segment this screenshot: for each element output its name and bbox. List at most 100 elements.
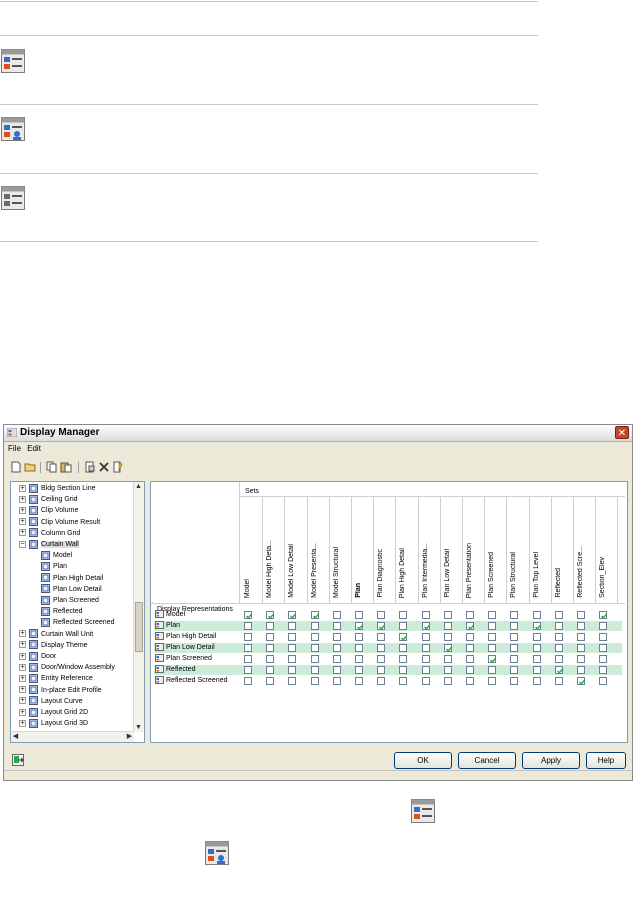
checkbox[interactable]: [510, 622, 519, 630]
checkbox[interactable]: [377, 677, 386, 685]
checkbox[interactable]: [377, 611, 386, 619]
checkbox[interactable]: [488, 633, 497, 641]
checkbox[interactable]: [421, 611, 430, 619]
checkbox[interactable]: [554, 611, 563, 619]
checkbox[interactable]: [244, 677, 252, 685]
column-header[interactable]: Reflected Scre...: [576, 500, 587, 600]
checkbox[interactable]: [310, 644, 319, 652]
tree-item[interactable]: + Clip Volume Result: [19, 517, 100, 529]
checkbox[interactable]: [399, 677, 408, 685]
checkbox[interactable]: [288, 655, 297, 663]
checkbox[interactable]: [399, 611, 408, 619]
ok-button[interactable]: OK: [394, 752, 452, 769]
checkbox[interactable]: [510, 655, 519, 663]
checkbox[interactable]: [332, 611, 341, 619]
tree-item[interactable]: + Layout Curve: [19, 696, 83, 708]
edit-icon[interactable]: [112, 461, 124, 473]
scroll-up-icon[interactable]: ▲: [134, 482, 143, 491]
checkbox[interactable]: [532, 633, 541, 641]
tree-horizontal-scrollbar[interactable]: ◀ ▶: [11, 731, 134, 742]
tree-item[interactable]: + Ceiling Grid: [19, 494, 78, 506]
checkbox[interactable]: [399, 655, 408, 663]
column-header[interactable]: Model: [243, 500, 254, 600]
checkbox[interactable]: [599, 633, 608, 641]
expand-icon[interactable]: +: [19, 641, 26, 649]
checkbox[interactable]: [310, 677, 319, 685]
checkbox[interactable]: [266, 644, 275, 652]
column-header[interactable]: Model Structural: [332, 500, 343, 600]
column-header[interactable]: Plan Intermedia...: [421, 500, 432, 600]
checkbox[interactable]: [488, 622, 497, 630]
expand-icon[interactable]: +: [19, 697, 26, 705]
checkbox[interactable]: [466, 633, 474, 641]
checkbox[interactable]: [288, 666, 297, 674]
checkbox[interactable]: [577, 633, 585, 641]
checkbox[interactable]: [466, 666, 474, 674]
expand-icon[interactable]: +: [19, 719, 26, 727]
checkbox[interactable]: [488, 644, 497, 652]
checkbox[interactable]: [532, 666, 541, 674]
cancel-button[interactable]: Cancel: [458, 752, 516, 769]
expand-icon[interactable]: +: [19, 652, 26, 660]
expand-icon[interactable]: +: [19, 708, 26, 716]
scroll-down-icon[interactable]: ▼: [134, 723, 143, 732]
column-header[interactable]: Reflected: [554, 500, 565, 600]
checkbox[interactable]: [244, 622, 252, 630]
checkbox[interactable]: [355, 611, 363, 619]
tree-item[interactable]: Model: [41, 550, 72, 562]
column-header[interactable]: Plan Structural: [509, 500, 520, 600]
checkbox[interactable]: [443, 622, 452, 630]
checkbox-checked[interactable]: [421, 622, 430, 630]
expand-icon[interactable]: +: [19, 630, 26, 638]
checkbox[interactable]: [288, 644, 297, 652]
checkbox-checked[interactable]: [599, 611, 608, 619]
tree-item[interactable]: Plan: [41, 561, 67, 573]
tree-item[interactable]: − Curtain Wall: [19, 539, 79, 551]
expand-icon[interactable]: +: [19, 484, 26, 492]
column-header[interactable]: Plan Top Level: [532, 500, 543, 600]
scroll-left-icon[interactable]: ◀: [11, 732, 20, 741]
checkbox-checked[interactable]: [377, 622, 386, 630]
checkbox-checked[interactable]: [466, 622, 475, 630]
checkbox[interactable]: [332, 677, 341, 685]
checkbox[interactable]: [355, 655, 363, 663]
checkbox[interactable]: [266, 655, 275, 663]
checkbox[interactable]: [466, 655, 474, 663]
checkbox[interactable]: [421, 677, 430, 685]
checkbox[interactable]: [332, 622, 341, 630]
tree-item[interactable]: Plan Screened: [41, 595, 99, 607]
checkbox[interactable]: [577, 644, 585, 652]
checkbox[interactable]: [355, 666, 363, 674]
checkbox[interactable]: [599, 655, 608, 663]
apply-button[interactable]: Apply: [522, 752, 580, 769]
checkbox-checked[interactable]: [488, 655, 497, 663]
checkbox-checked[interactable]: [310, 611, 319, 619]
checkbox[interactable]: [443, 655, 452, 663]
checkbox-checked[interactable]: [577, 677, 586, 685]
checkbox[interactable]: [577, 655, 585, 663]
checkbox[interactable]: [466, 611, 474, 619]
row-header[interactable]: Model: [155, 610, 185, 620]
checkbox[interactable]: [599, 666, 608, 674]
row-header[interactable]: Reflected: [155, 665, 196, 675]
menu-edit[interactable]: Edit: [27, 444, 41, 453]
checkbox[interactable]: [488, 677, 497, 685]
menu-file[interactable]: File: [8, 444, 21, 453]
row-header[interactable]: Plan: [155, 621, 180, 631]
checkbox[interactable]: [399, 644, 408, 652]
expand-icon[interactable]: +: [19, 686, 26, 694]
checkbox[interactable]: [554, 622, 563, 630]
checkbox[interactable]: [421, 633, 430, 641]
help-button[interactable]: Help: [586, 752, 626, 769]
tree-item[interactable]: + Column Grid: [19, 528, 80, 540]
checkbox[interactable]: [310, 655, 319, 663]
new-icon[interactable]: [10, 461, 22, 473]
copy-icon[interactable]: [46, 461, 58, 473]
expand-icon[interactable]: +: [19, 675, 26, 683]
delete-icon[interactable]: [98, 461, 110, 473]
checkbox[interactable]: [532, 677, 541, 685]
checkbox[interactable]: [310, 666, 319, 674]
scroll-right-icon[interactable]: ▶: [125, 732, 134, 741]
checkbox[interactable]: [466, 644, 474, 652]
checkbox[interactable]: [266, 622, 275, 630]
